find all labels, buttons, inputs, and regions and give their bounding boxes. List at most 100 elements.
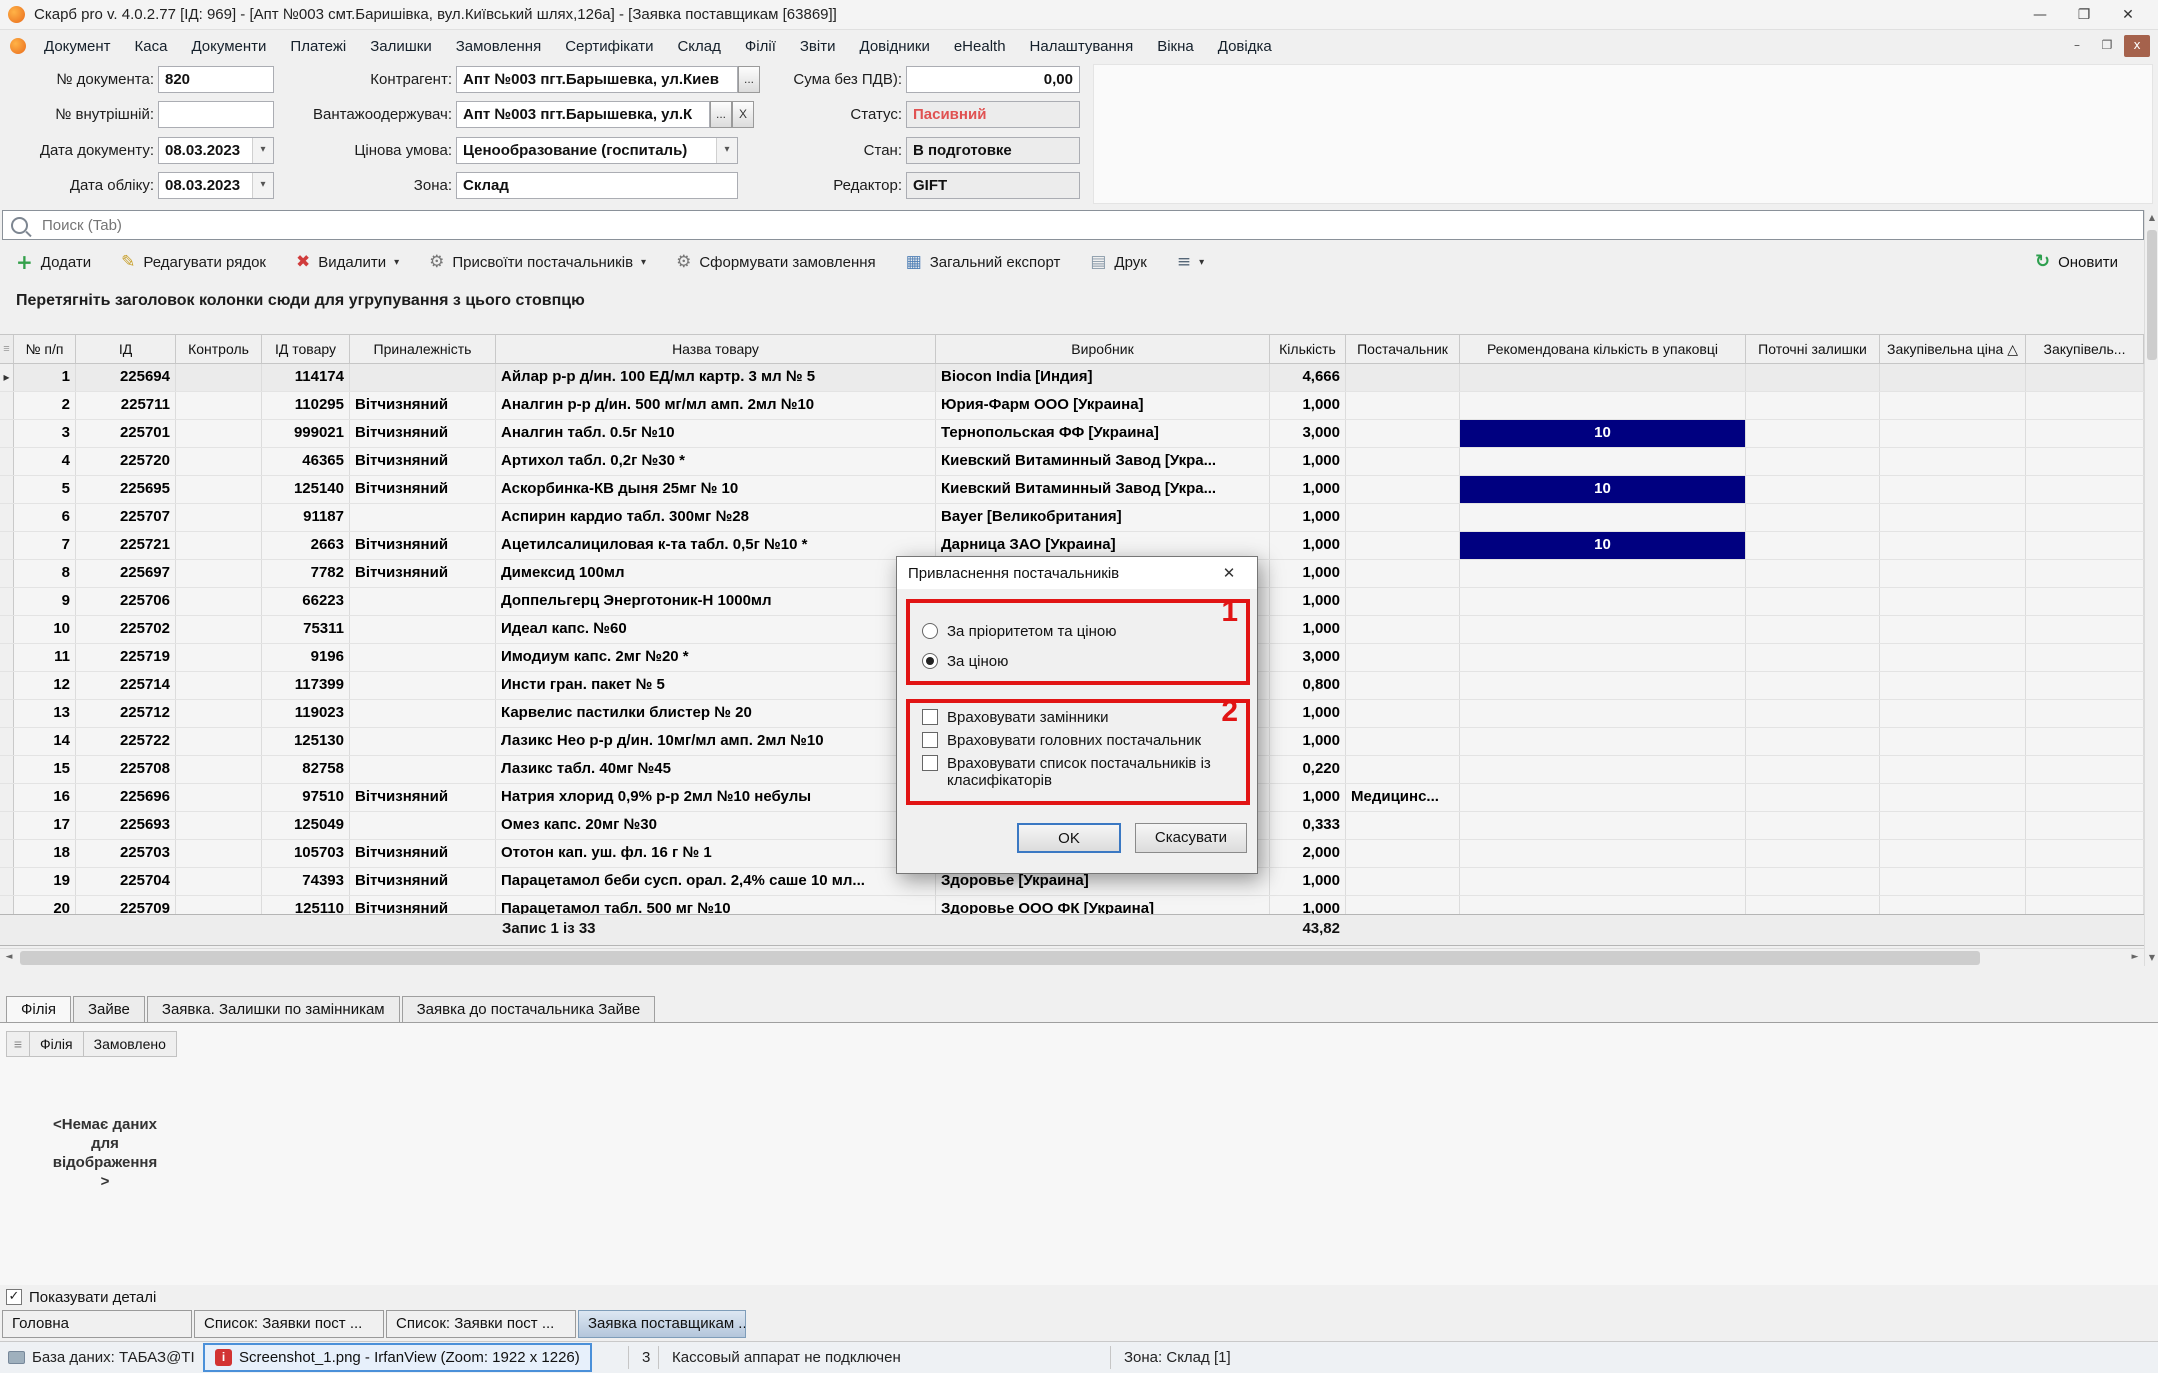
toolbar-button[interactable]: ≡▾ xyxy=(1177,254,1204,271)
column-header[interactable]: Назва товару xyxy=(496,335,936,363)
menu-item[interactable]: Документи xyxy=(179,38,278,55)
menu-item[interactable]: Вікна xyxy=(1145,38,1206,55)
table-row[interactable]: 622570791187Аспирин кардио табл. 300мг №… xyxy=(0,504,2144,532)
table-row[interactable]: 422572046365ВітчизнянийАртихол табл. 0,2… xyxy=(0,448,2144,476)
scroll-right-icon[interactable]: ► xyxy=(2126,949,2144,967)
detail-panel-tabs: ФіліяЗайвеЗаявка. Залишки по замінникамЗ… xyxy=(6,996,655,1023)
column-header[interactable]: Приналежність xyxy=(350,335,496,363)
detail-column-filia[interactable]: Філія xyxy=(30,1031,84,1057)
refresh-button[interactable]: ↻ Оновити xyxy=(2035,246,2118,278)
cell-control xyxy=(176,616,262,643)
cancel-button[interactable]: Скасувати xyxy=(1135,823,1247,853)
vertical-scrollbar[interactable]: ▲ ▼ xyxy=(2144,210,2158,966)
chevron-down-icon[interactable]: ▾ xyxy=(716,138,737,163)
chevron-down-icon[interactable]: ▾ xyxy=(1199,257,1204,268)
internal-number-input[interactable] xyxy=(158,101,274,128)
doc-date-input[interactable]: 08.03.2023▾ xyxy=(158,137,274,164)
document-tab[interactable]: Заявка поставщикам .. xyxy=(578,1310,746,1338)
contragent-input[interactable]: Апт №003 пгт.Барышевка, ул.Киев xyxy=(456,66,738,93)
account-date-input[interactable]: 08.03.2023▾ xyxy=(158,172,274,199)
mdi-restore-icon[interactable]: ❐ xyxy=(2094,35,2120,57)
menu-item[interactable]: Документ xyxy=(32,38,123,55)
column-header[interactable]: Рекомендована кількість в упаковці xyxy=(1460,335,1746,363)
checkbox-checked-icon[interactable]: ✓ xyxy=(6,1289,22,1305)
column-header[interactable]: Постачальник xyxy=(1346,335,1460,363)
column-header[interactable]: Виробник xyxy=(936,335,1270,363)
contragent-lookup-button[interactable]: ... xyxy=(738,66,760,93)
ok-button[interactable]: OK xyxy=(1017,823,1121,853)
chevron-down-icon[interactable]: ▾ xyxy=(394,257,399,268)
cell-price2 xyxy=(2026,504,2144,531)
toolbar-button[interactable]: ⚙Присвоїти постачальників▾ xyxy=(429,254,646,271)
radio-by-price[interactable]: За ціною xyxy=(922,653,1008,670)
column-header[interactable]: № п/п xyxy=(14,335,76,363)
table-row[interactable]: 2225711110295ВітчизнянийАналгин р-р д/ин… xyxy=(0,392,2144,420)
checkbox-substitutes[interactable]: Враховувати замінники xyxy=(922,709,1108,726)
irfanview-taskbar-item[interactable]: i Screenshot_1.png - IrfanView (Zoom: 19… xyxy=(203,1343,592,1372)
cell-control xyxy=(176,392,262,419)
column-header[interactable]: Кількість xyxy=(1270,335,1346,363)
column-header[interactable]: Закупівельна ціна △ xyxy=(1880,335,2026,363)
toolbar-button[interactable]: ⚙Сформувати замовлення xyxy=(676,254,876,271)
menu-item[interactable]: Каса xyxy=(123,38,180,55)
toolbar-button[interactable]: +Додати xyxy=(16,252,91,272)
column-header[interactable]: ІД xyxy=(76,335,176,363)
search-input[interactable] xyxy=(40,216,2143,235)
menu-item[interactable]: eHealth xyxy=(942,38,1018,55)
detail-tab[interactable]: Заявка. Залишки по замінникам xyxy=(147,996,400,1023)
detail-tab[interactable]: Заявка до постачальника Зайве xyxy=(402,996,656,1023)
table-row[interactable]: 20225709125110ВітчизнянийПарацетамол таб… xyxy=(0,896,2144,914)
column-header[interactable]: Контроль xyxy=(176,335,262,363)
menu-item[interactable]: Налаштування xyxy=(1018,38,1146,55)
detail-tab[interactable]: Філія xyxy=(6,996,71,1023)
menu-item[interactable]: Замовлення xyxy=(444,38,553,55)
vscroll-thumb[interactable] xyxy=(2147,230,2157,360)
table-row[interactable]: 3225701999021ВітчизнянийАналгин табл. 0.… xyxy=(0,420,2144,448)
consignee-input[interactable]: Апт №003 пгт.Барышевка, ул.К xyxy=(456,101,710,128)
table-row[interactable]: ▸1225694114174Айлар р-р д/ин. 100 ЕД/мл … xyxy=(0,364,2144,392)
menu-item[interactable]: Платежі xyxy=(278,38,358,55)
mdi-close-icon[interactable]: x xyxy=(2124,35,2150,57)
menu-item[interactable]: Філії xyxy=(733,38,788,55)
document-tab[interactable]: Головна xyxy=(2,1310,192,1338)
toolbar-button[interactable]: ▦Загальний експорт xyxy=(906,254,1061,271)
show-details-toggle[interactable]: ✓ Показувати деталі xyxy=(6,1287,156,1307)
document-tab[interactable]: Список: Заявки пост ... xyxy=(194,1310,384,1338)
checkbox-supplier-list[interactable]: Враховувати список постачальників із кла… xyxy=(922,755,1239,789)
detail-column-ordered[interactable]: Замовлено xyxy=(84,1031,177,1057)
menu-item[interactable]: Довідники xyxy=(848,38,942,55)
minimize-icon[interactable]: — xyxy=(2018,7,2062,23)
hscroll-thumb[interactable] xyxy=(20,951,1980,965)
menu-item[interactable]: Залишки xyxy=(358,38,444,55)
consignee-clear-button[interactable]: X xyxy=(732,101,754,128)
doc-number-input[interactable]: 820 xyxy=(158,66,274,93)
menu-item[interactable]: Звіти xyxy=(788,38,848,55)
zone-input[interactable]: Склад xyxy=(456,172,738,199)
scroll-left-icon[interactable]: ◄ xyxy=(0,949,18,967)
radio-priority-and-price[interactable]: За пріоритетом та ціною xyxy=(922,623,1117,640)
scroll-down-icon[interactable]: ▼ xyxy=(2145,950,2158,966)
document-tab[interactable]: Список: Заявки пост ... xyxy=(386,1310,576,1338)
table-row[interactable]: 5225695125140ВітчизнянийАскорбинка-КВ ды… xyxy=(0,476,2144,504)
consignee-lookup-button[interactable]: ... xyxy=(710,101,732,128)
chevron-down-icon[interactable]: ▾ xyxy=(641,257,646,268)
toolbar-button[interactable]: ▤Друк xyxy=(1090,254,1146,271)
menu-item[interactable]: Склад xyxy=(665,38,732,55)
detail-tab[interactable]: Зайве xyxy=(73,996,145,1023)
scroll-up-icon[interactable]: ▲ xyxy=(2145,210,2158,226)
mdi-minimize-icon[interactable]: – xyxy=(2064,35,2090,57)
menu-item[interactable]: Довідка xyxy=(1206,38,1284,55)
column-header[interactable]: ІД товару xyxy=(262,335,350,363)
close-icon[interactable]: ✕ xyxy=(2106,7,2150,23)
toolbar-button[interactable]: ✖Видалити▾ xyxy=(296,254,399,271)
cell-recommend xyxy=(1460,672,1746,699)
horizontal-scrollbar[interactable]: ◄ ► xyxy=(0,948,2144,967)
column-header[interactable]: Закупівель... xyxy=(2026,335,2144,363)
checkbox-main-suppliers[interactable]: Враховувати головних постачальник xyxy=(922,732,1201,749)
menu-item[interactable]: Сертифікати xyxy=(553,38,665,55)
restore-icon[interactable]: ❐ xyxy=(2062,7,2106,23)
column-header[interactable]: Поточні залишки xyxy=(1746,335,1880,363)
price-condition-input[interactable]: Ценообразование (госпиталь)▾ xyxy=(456,137,738,164)
toolbar-button[interactable]: ✎Редагувати рядок xyxy=(121,254,266,271)
dialog-close-icon[interactable]: ✕ xyxy=(1212,564,1246,582)
